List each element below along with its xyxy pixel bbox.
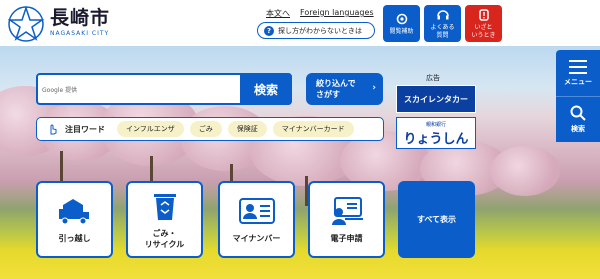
side-search-button[interactable]: 検索 xyxy=(556,96,600,142)
hamburger-icon xyxy=(569,59,587,74)
alert-icon xyxy=(478,8,489,21)
tile-label: リサイクル xyxy=(144,239,185,249)
brand-name: 長崎市 xyxy=(50,7,111,29)
faq-label-2: 質問 xyxy=(436,31,449,39)
reading-assist-label: 閲覧補助 xyxy=(389,27,414,35)
gear-icon xyxy=(396,13,407,24)
nagasaki-star-logo-icon[interactable] xyxy=(6,4,46,44)
tile-moving[interactable]: 引っ越し xyxy=(36,181,113,258)
tile-label: 電子申請 xyxy=(330,234,363,243)
ad-banner-small-text: 親和銀行 xyxy=(425,122,446,128)
search-button[interactable]: 検索 xyxy=(240,73,292,105)
ad-banner-sky-rentacar[interactable]: スカイレンタカー xyxy=(396,85,476,113)
foreign-languages-link[interactable]: Foreign languages xyxy=(300,8,374,19)
tile-label: マイナンバー xyxy=(232,234,281,243)
tile-mynumber[interactable]: マイナンバー xyxy=(218,181,295,258)
search-input[interactable] xyxy=(38,75,238,103)
attention-chip[interactable]: マイナンバーカード xyxy=(272,121,354,137)
site-header: 長崎市 NAGASAKI CITY 本文へ Foreign languages … xyxy=(0,0,600,46)
attention-chip[interactable]: インフルエンザ xyxy=(117,121,184,137)
attention-chip[interactable]: ごみ xyxy=(189,121,222,137)
search-icon xyxy=(570,105,586,121)
ad-banner-big-text: りょうしん xyxy=(403,132,469,147)
search-help-link[interactable]: ? 探し方がわからないときは xyxy=(257,22,375,39)
tile-label: 引っ越し xyxy=(58,234,91,243)
brand-subtitle: NAGASAKI CITY xyxy=(50,30,110,37)
attention-words-label: 注目ワード xyxy=(65,124,105,134)
skip-to-content-link[interactable]: 本文へ xyxy=(266,8,290,19)
site-search-form: Google 提供 検索 xyxy=(36,73,292,105)
menu-label: メニュー xyxy=(564,77,592,86)
show-all-label: すべて表示 xyxy=(416,215,457,224)
search-help-label: 探し方がわからないときは xyxy=(278,26,362,35)
show-all-button[interactable]: すべて表示 xyxy=(398,181,475,258)
ad-label: 広告 xyxy=(426,74,440,82)
faq-button[interactable]: よくある 質問 xyxy=(424,5,461,42)
attention-chip[interactable]: 保険証 xyxy=(227,121,267,137)
tile-label: ごみ・ xyxy=(152,228,177,238)
menu-button[interactable]: メニュー xyxy=(556,50,600,96)
emergency-label-2: いうとき xyxy=(471,31,496,39)
ad-banner-text: スカイレンタカー xyxy=(404,94,468,104)
pointing-hand-icon xyxy=(50,124,57,135)
brand[interactable]: 長崎市 NAGASAKI CITY xyxy=(50,8,110,37)
chevron-right-icon: › xyxy=(372,83,376,93)
tile-e-application[interactable]: 電子申請 xyxy=(308,181,385,258)
ad-banner-ryoushin[interactable]: 親和銀行 りょうしん xyxy=(396,117,476,149)
side-search-label: 検索 xyxy=(571,125,585,133)
emergency-label-1: いざと xyxy=(474,23,493,31)
tile-garbage-recycle[interactable]: ごみ・ リサイクル xyxy=(126,181,203,258)
truck-house-icon xyxy=(58,199,89,225)
computer-icon xyxy=(331,197,363,225)
emergency-button[interactable]: いざと いうとき xyxy=(465,5,502,42)
narrow-search-button[interactable]: 絞り込んで さがす › xyxy=(306,73,383,105)
faq-label-1: よくある xyxy=(430,23,455,31)
top-links: 本文へ Foreign languages xyxy=(266,8,374,19)
id-card-icon xyxy=(238,198,275,224)
reading-assist-button[interactable]: 閲覧補助 xyxy=(383,5,420,42)
question-icon: ? xyxy=(264,25,274,36)
recycle-bin-icon xyxy=(153,193,176,220)
attention-words-bar: 注目ワード インフルエンザ ごみ 保険証 マイナンバーカード xyxy=(36,117,384,141)
headset-icon xyxy=(436,9,449,19)
